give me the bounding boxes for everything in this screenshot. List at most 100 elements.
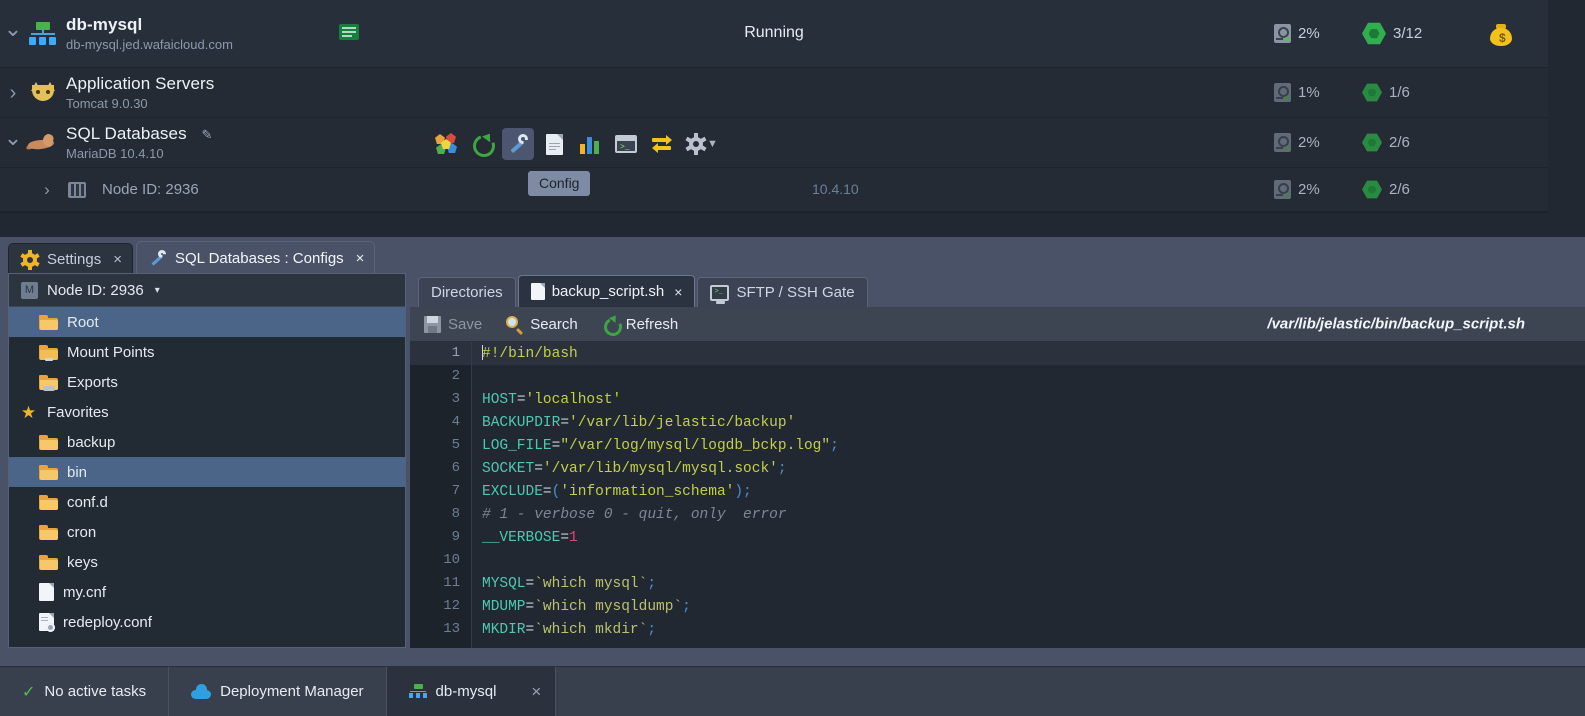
- close-icon[interactable]: ×: [356, 251, 365, 266]
- disk-icon: [1274, 83, 1291, 102]
- file-item-redeploy-conf[interactable]: redeploy.conf: [9, 607, 405, 637]
- line-number: 12: [443, 598, 460, 614]
- environment-row[interactable]: db-mysql db-mysql.jed.wafaicloud.com Run…: [0, 0, 1548, 68]
- code-token: =: [534, 460, 543, 477]
- code-line[interactable]: #!/bin/bash: [472, 342, 1585, 365]
- node-cloudlet-stat: 2/6: [1362, 180, 1410, 199]
- code-line[interactable]: __VERBOSE=1: [472, 526, 1585, 549]
- chevron-down-icon: ▼: [707, 138, 718, 150]
- code-line[interactable]: EXCLUDE=('information_schema');: [472, 480, 1585, 503]
- file-item-bin[interactable]: bin: [9, 457, 405, 487]
- close-icon[interactable]: ×: [531, 682, 541, 702]
- code-line[interactable]: [472, 549, 1585, 572]
- folder-mount-icon: [39, 344, 58, 361]
- code-line[interactable]: HOST='localhost': [472, 388, 1585, 411]
- file-item-my-cnf[interactable]: my.cnf: [9, 577, 405, 607]
- statistics-icon[interactable]: [574, 128, 606, 160]
- layer-disk-stat: 2%: [1274, 133, 1320, 152]
- file-item-keys[interactable]: keys: [9, 547, 405, 577]
- file-item-mount-points[interactable]: Mount Points: [9, 337, 405, 367]
- tree-right-filler: [1548, 0, 1585, 237]
- code-token: =: [560, 529, 570, 546]
- code-editor[interactable]: 1 2 3 4 5 6 7 8 9 10 11 12 13 #!/bin/bash HOST='local…: [410, 342, 1585, 648]
- code-line-text: # 1 - verbose 0 - quit, only error: [472, 507, 787, 523]
- folder-icon: [39, 494, 58, 510]
- close-icon[interactable]: ×: [674, 285, 682, 299]
- cloudlet-hexagon-icon: [1362, 22, 1386, 45]
- ssl-badge-icon[interactable]: [339, 24, 359, 40]
- deployment-manager-button[interactable]: Deployment Manager: [169, 667, 387, 716]
- tab-settings[interactable]: Settings ×: [8, 243, 133, 275]
- file-item-label: Mount Points: [67, 343, 155, 361]
- refresh-button[interactable]: Refresh: [602, 316, 679, 333]
- code-line[interactable]: LOG_FILE="/var/log/mysql/logdb_bckp.log"…: [472, 434, 1585, 457]
- code-line[interactable]: # 1 - verbose 0 - quit, only error: [472, 503, 1585, 526]
- file-item-root[interactable]: Root: [9, 307, 405, 337]
- environment-expand-caret[interactable]: [0, 23, 26, 45]
- code-line[interactable]: [472, 365, 1585, 388]
- taskbar-env-db-mysql[interactable]: db-mysql ×: [386, 667, 557, 716]
- settings-gear-icon: [20, 249, 40, 270]
- edit-pencil-icon[interactable]: ✎: [202, 127, 213, 143]
- code-token: 'localhost': [525, 391, 622, 408]
- environment-domain: db-mysql.jed.wafaicloud.com: [66, 37, 233, 52]
- code-line[interactable]: MKDIR=`which mkdir`;: [472, 618, 1585, 641]
- file-item-backup[interactable]: backup: [9, 427, 405, 457]
- layer-row-sql-databases[interactable]: SQL Databases ✎ MariaDB 10.4.10 2% 2/6: [0, 118, 1548, 168]
- node-row[interactable]: Node ID: 2936 10.4.10 2% 2/6: [0, 168, 1548, 212]
- file-item-exports[interactable]: Exports: [9, 367, 405, 397]
- code-token: BACKUPDIR: [482, 414, 561, 431]
- disk-icon: [1274, 180, 1291, 199]
- code-token: LOG_FILE: [482, 437, 552, 454]
- search-button[interactable]: Search: [506, 315, 578, 335]
- layer-expand-caret[interactable]: [0, 83, 26, 103]
- editor-tab-directories[interactable]: Directories: [418, 277, 516, 307]
- wrench-config-icon[interactable]: [502, 128, 534, 160]
- chevron-down-icon: ▾: [154, 284, 160, 296]
- restart-icon[interactable]: [466, 128, 498, 160]
- layer-subtitle: MariaDB 10.4.10: [66, 146, 164, 161]
- redeploy-swap-icon[interactable]: [646, 128, 678, 160]
- code-line[interactable]: BACKUPDIR='/var/lib/jelastic/backup': [472, 411, 1585, 434]
- code-line[interactable]: MYSQL=`which mysql`;: [472, 572, 1585, 595]
- layer-row-application-servers[interactable]: Application Servers Tomcat 9.0.30 1% 1/6: [0, 68, 1548, 118]
- code-token: ;: [682, 598, 691, 615]
- tab-configs-label: SQL Databases : Configs: [174, 250, 344, 267]
- tab-sql-databases-configs[interactable]: SQL Databases : Configs ×: [135, 241, 376, 275]
- terminal-icon[interactable]: >_: [610, 128, 642, 160]
- gear-icon[interactable]: ▼: [682, 128, 722, 160]
- node-selector-dropdown[interactable]: M Node ID: 2936 ▾: [9, 274, 405, 307]
- layer-expand-caret[interactable]: [0, 132, 26, 154]
- line-number: 10: [443, 552, 460, 568]
- code-line[interactable]: SOCKET='/var/lib/mysql/mysql.sock';: [472, 457, 1585, 480]
- file-item-label: conf.d: [67, 493, 108, 511]
- code-line[interactable]: MDUMP=`which mysqldump`;: [472, 595, 1585, 618]
- file-item-label: redeploy.conf: [63, 613, 152, 631]
- star-icon: ★: [20, 402, 37, 422]
- code-token: =: [516, 391, 526, 408]
- file-item-cron[interactable]: cron: [9, 517, 405, 547]
- line-number: 6: [451, 460, 460, 476]
- code-content[interactable]: #!/bin/bash HOST='localhost' BACKUPDIR='/v…: [472, 342, 1585, 648]
- code-token: '/var/lib/mysql/mysql.sock': [542, 460, 778, 477]
- node-expand-caret[interactable]: [34, 181, 60, 198]
- search-label: Search: [530, 315, 578, 333]
- editor-tab-sftp-ssh-gate[interactable]: >_ SFTP / SSH Gate: [697, 277, 868, 307]
- editor-toolbar: Save Search Refresh /var/lib/jelastic/bi…: [410, 307, 1585, 342]
- money-bag-icon[interactable]: $: [1490, 22, 1512, 46]
- editor-tab-label: Directories: [431, 284, 503, 301]
- close-icon[interactable]: ×: [113, 252, 122, 267]
- line-number: 3: [451, 391, 460, 407]
- code-line-text: BACKUPDIR='/var/lib/jelastic/backup': [472, 415, 795, 431]
- editor-tab-backup-script[interactable]: backup_script.sh ×: [517, 275, 696, 307]
- file-path-label: /var/lib/jelastic/bin/backup_script.sh: [1267, 315, 1525, 333]
- line-number: 5: [451, 437, 460, 453]
- phpmyadmin-icon[interactable]: [430, 128, 462, 160]
- refresh-icon: [602, 316, 619, 333]
- log-document-icon[interactable]: [538, 128, 570, 160]
- file-item-confd[interactable]: conf.d: [9, 487, 405, 517]
- cloudlet-hexagon-icon: [1362, 180, 1382, 199]
- save-button[interactable]: Save: [424, 315, 482, 333]
- layer-cloudlet-value: 2/6: [1389, 134, 1410, 151]
- folder-export-icon: [39, 374, 58, 391]
